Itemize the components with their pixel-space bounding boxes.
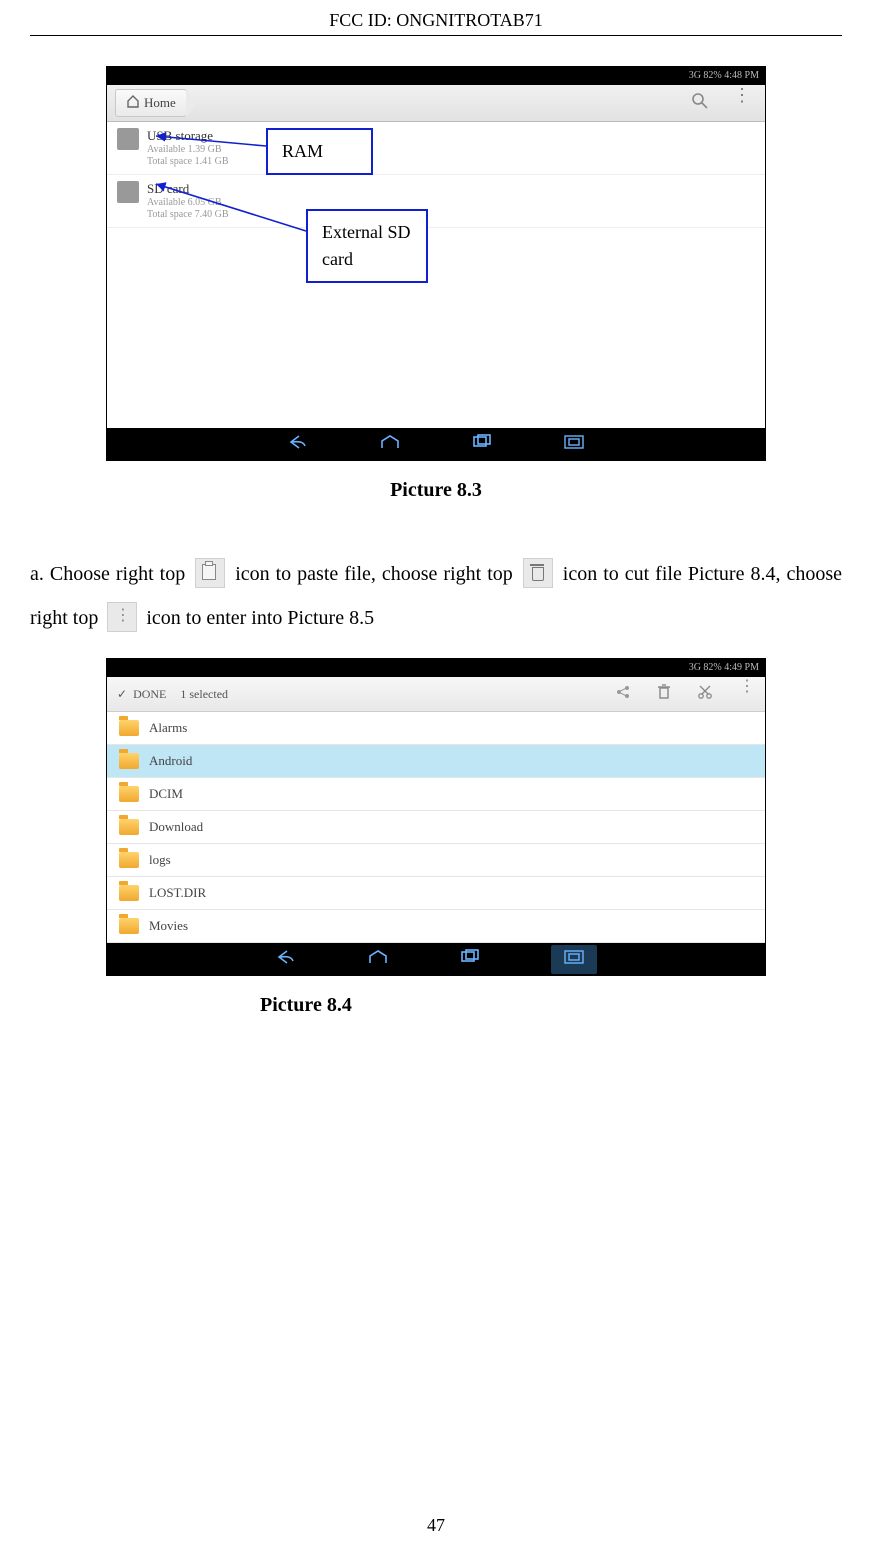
usb-storage-available: Available 1.39 GB (147, 144, 229, 156)
folder-row[interactable]: Android (107, 745, 765, 778)
folder-icon (119, 753, 139, 769)
sd-card-row[interactable]: SD card Available 6.05 GB Total space 7.… (107, 175, 765, 228)
nav-recents-icon[interactable] (459, 949, 481, 970)
search-icon[interactable] (691, 92, 709, 115)
nav-home-icon[interactable] (379, 434, 401, 455)
folder-icon (119, 819, 139, 835)
p1a: a. Choose right top (30, 563, 191, 585)
folder-list: Alarms Android DCIM Download logs LOST.DIR Mov… (107, 712, 765, 943)
nav-screenshot-icon[interactable] (551, 945, 597, 974)
nav-bar-2 (107, 943, 765, 975)
sd-card-available: Available 6.05 GB (147, 197, 229, 209)
folder-label: Alarms (149, 720, 187, 736)
page-number: 47 (0, 1515, 872, 1536)
selection-toolbar: ✓ DONE 1 selected ⋮ (107, 677, 765, 712)
folder-row[interactable]: Download (107, 811, 765, 844)
folder-label: LOST.DIR (149, 885, 206, 901)
home-label: Home (144, 95, 176, 111)
overflow-icon-inline: ⋮ (107, 602, 137, 632)
nav-recents-icon[interactable] (471, 434, 493, 455)
p1d: icon to enter into Picture 8.5 (146, 607, 374, 629)
folder-icon (119, 918, 139, 934)
sd-card-total: Total space 7.40 GB (147, 209, 229, 221)
usb-storage-title: USB storage (147, 128, 229, 144)
done-button[interactable]: ✓ DONE (117, 687, 166, 702)
figure-2-wrap: 3G 82% 4:49 PM ✓ DONE 1 selected ⋮ Alarm… (106, 658, 766, 976)
selected-count: 1 selected (180, 687, 228, 702)
status-bar: 3G 82% 4:48 PM (107, 67, 765, 85)
blank-area (107, 228, 765, 428)
folder-row[interactable]: Movies (107, 910, 765, 943)
callout-sd: External SD card (306, 209, 428, 283)
share-icon[interactable] (615, 684, 631, 705)
cut-icon[interactable] (697, 684, 713, 705)
screenshot-2: 3G 82% 4:49 PM ✓ DONE 1 selected ⋮ Alarm… (106, 658, 766, 976)
callout-ram: RAM (266, 128, 373, 175)
usb-storage-total: Total space 1.41 GB (147, 156, 229, 168)
folder-row[interactable]: LOST.DIR (107, 877, 765, 910)
usb-storage-row[interactable]: USB storage Available 1.39 GB Total spac… (107, 122, 765, 175)
delete-icon[interactable] (657, 684, 671, 705)
check-icon: ✓ (117, 687, 127, 702)
nav-bar (107, 428, 765, 460)
screenshot-1: 3G 82% 4:48 PM Home ⋮ U (106, 66, 766, 461)
usb-storage-icon (117, 128, 139, 150)
p1b: icon to paste file, choose right top (235, 563, 519, 585)
folder-row[interactable]: logs (107, 844, 765, 877)
folder-icon (119, 885, 139, 901)
figure-1-caption: Picture 8.3 (30, 479, 842, 502)
folder-icon (119, 786, 139, 802)
folder-icon (119, 852, 139, 868)
sd-card-icon (117, 181, 139, 203)
nav-back-icon[interactable] (275, 949, 297, 970)
sd-card-title: SD card (147, 181, 229, 197)
folder-row[interactable]: DCIM (107, 778, 765, 811)
figure-1-wrap: 3G 82% 4:48 PM Home ⋮ U (106, 66, 766, 461)
overflow-menu-icon-2[interactable]: ⋮ (739, 684, 755, 705)
nav-screenshot-icon[interactable] (563, 434, 585, 455)
home-icon (126, 94, 140, 112)
folder-row[interactable]: Alarms (107, 712, 765, 745)
folder-label: DCIM (149, 786, 183, 802)
folder-label: Movies (149, 918, 188, 934)
body-paragraph: a. Choose right top icon to paste file, … (30, 552, 842, 640)
nav-home-icon[interactable] (367, 949, 389, 970)
folder-label: Android (149, 753, 192, 769)
page-header: FCC ID: ONGNITROTAB71 (30, 10, 842, 36)
overflow-menu-icon[interactable]: ⋮ (733, 92, 751, 115)
figure-2-caption: Picture 8.4 (260, 994, 842, 1017)
toolbar: Home ⋮ (107, 85, 765, 122)
folder-label: Download (149, 819, 203, 835)
paste-icon (195, 558, 225, 588)
trash-icon (523, 558, 553, 588)
folder-label: logs (149, 852, 171, 868)
page: FCC ID: ONGNITROTAB71 3G 82% 4:48 PM Hom… (0, 0, 872, 1554)
nav-back-icon[interactable] (287, 434, 309, 455)
folder-icon (119, 720, 139, 736)
home-button[interactable]: Home (115, 89, 187, 117)
status-bar-2: 3G 82% 4:49 PM (107, 659, 765, 677)
done-label: DONE (133, 687, 166, 702)
